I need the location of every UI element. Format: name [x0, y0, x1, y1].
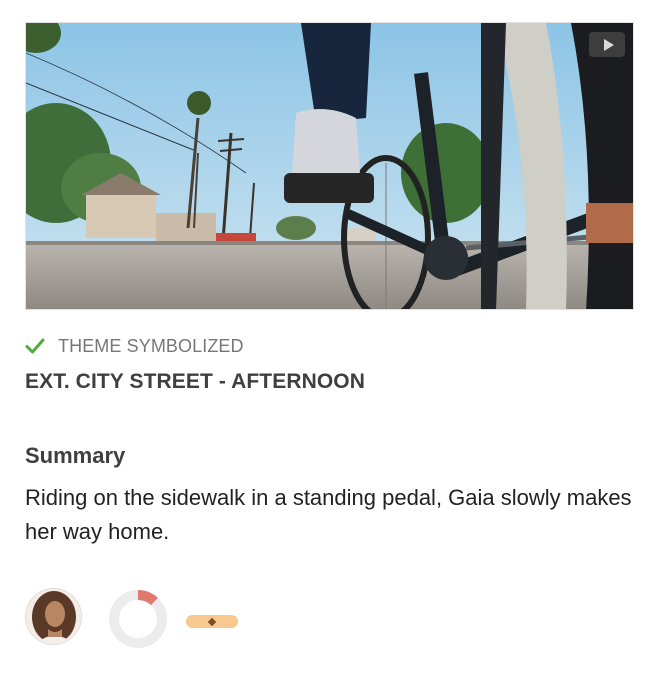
scene-image [26, 23, 633, 309]
theme-status: THEME SYMBOLIZED [25, 334, 244, 358]
checkmark-icon [25, 336, 45, 356]
status-label: THEME SYMBOLIZED [58, 335, 244, 356]
scene-thumbnail[interactable] [25, 22, 634, 310]
user-avatar[interactable] [25, 588, 82, 645]
tag-pill[interactable] [186, 615, 238, 628]
progress-ring[interactable] [108, 589, 168, 649]
summary-title: Summary [25, 443, 126, 468]
diamond-icon [207, 617, 217, 626]
play-icon [603, 38, 614, 51]
summary-text: Riding on the sidewalk in a standing ped… [25, 485, 632, 544]
play-button[interactable] [589, 32, 625, 57]
avatar-image [26, 589, 81, 644]
scene-card: THEME SYMBOLIZED EXT. CITY STREET - AFTE… [0, 0, 658, 680]
scene-heading: EXT. CITY STREET - AFTERNOON [25, 370, 365, 393]
